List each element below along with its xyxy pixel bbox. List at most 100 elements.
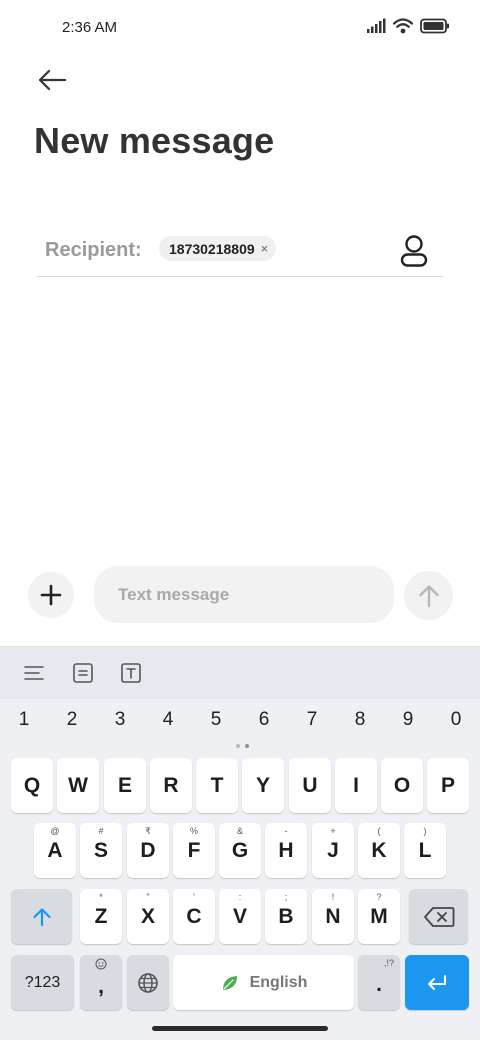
key-4[interactable]: 4 [148,709,188,737]
home-indicator[interactable] [152,1026,328,1031]
symbols-key[interactable]: ?123 [11,955,74,1010]
key-z[interactable]: * Z [80,889,122,944]
status-bar: 2:36 AM [0,0,480,56]
recipient-chip[interactable]: 18730218809 × [159,236,277,261]
language-switch-key[interactable] [127,955,169,1010]
text-message-input[interactable] [94,566,394,623]
comma-label: , [98,974,104,998]
key-w[interactable]: W [57,758,99,813]
key-u[interactable]: U [289,758,331,813]
recipient-chip-text: 18730218809 [169,240,255,257]
key-j[interactable]: + J [312,823,354,878]
key-label: C [186,904,202,928]
emoji-hint [80,958,122,972]
key-label: X [140,904,155,928]
key-label: H [278,838,294,862]
key-hint: & [236,826,243,836]
key-hint: ₹ [145,826,151,836]
key-7[interactable]: 7 [292,709,332,737]
plus-icon [40,584,62,606]
space-key[interactable]: English [173,955,354,1010]
key-hint: ) [423,826,427,836]
shift-arrow-icon [32,907,51,926]
key-label: B [278,904,294,928]
key-d[interactable]: ₹ D [127,823,169,878]
shift-key[interactable] [11,889,72,944]
globe-icon [138,972,158,993]
key-3[interactable]: 3 [100,709,140,737]
key-b[interactable]: ; B [265,889,307,944]
remove-recipient-button[interactable]: × [261,241,269,256]
backspace-icon [423,906,454,927]
key-0[interactable]: 0 [436,709,476,737]
key-label: M [370,904,388,928]
key-a[interactable]: @ A [34,823,76,878]
key-hint: + [330,826,336,836]
key-g[interactable]: & G [219,823,261,878]
contact-picker-button[interactable] [398,234,430,268]
key-label: N [325,904,341,928]
key-o[interactable]: O [381,758,423,813]
key-1[interactable]: 1 [4,709,44,737]
key-n[interactable]: ! N [312,889,354,944]
keyboard-toolbar [0,647,480,699]
key-f[interactable]: % F [173,823,215,878]
back-arrow-icon [38,69,67,91]
key-hint: @ [50,826,60,836]
key-y[interactable]: Y [242,758,284,813]
key-x[interactable]: " X [127,889,169,944]
key-h[interactable]: -H [265,823,307,878]
key-t[interactable]: T [196,758,238,813]
key-label: Z [94,904,108,928]
enter-return-icon [428,974,446,990]
send-button[interactable] [404,571,453,620]
backspace-key[interactable] [409,889,468,944]
key-label: K [371,838,387,862]
key-label: G [231,838,249,862]
key-hint: ( [377,826,381,836]
key-hint: : [238,892,242,902]
key-2[interactable]: 2 [52,709,92,737]
key-s[interactable]: # S [80,823,122,878]
key-label: F [187,838,201,862]
emoji-icon [95,958,107,970]
number-row: 1 2 3 4 5 6 7 8 9 0 [0,709,480,737]
key-m[interactable]: ? M [358,889,400,944]
menu-lines-icon [24,666,44,680]
period-label: . [376,972,382,996]
key-hint: ? [376,892,382,902]
key-e[interactable]: E [104,758,146,813]
send-arrow-up-icon [418,584,439,607]
key-hint: * [99,892,103,902]
signal-bars-icon [367,18,386,33]
key-p[interactable]: P [427,758,469,813]
key-hint: % [189,826,198,836]
keyboard: 1 2 3 4 5 6 7 8 9 0 Q W E R T Y U I O P … [0,646,480,1040]
key-c[interactable]: ' C [173,889,215,944]
leaf-icon [222,975,237,990]
page-dot-active [245,744,249,748]
period-key[interactable]: ,!? . [358,955,400,1010]
key-8[interactable]: 8 [340,709,380,737]
key-6[interactable]: 6 [244,709,284,737]
emoji-comma-key[interactable]: , [80,955,122,1010]
enter-key[interactable] [405,955,469,1010]
key-v[interactable]: :V [219,889,261,944]
key-r[interactable]: R [150,758,192,813]
add-attachment-button[interactable] [28,572,74,618]
back-button[interactable] [34,64,70,96]
toolbar-clipboard-button[interactable] [70,660,96,686]
status-time: 2:36 AM [62,19,118,36]
key-9[interactable]: 9 [388,709,428,737]
key-i[interactable]: I [335,758,377,813]
period-hint: ,!? [383,958,394,968]
toolbar-menu-button[interactable] [21,660,47,686]
key-l[interactable]: ) L [404,823,446,878]
key-5[interactable]: 5 [196,709,236,737]
toolbar-text-format-button[interactable] [118,660,144,686]
recipient-row: Recipient: 18730218809 × [36,226,444,277]
key-k[interactable]: (K [358,823,400,878]
key-q[interactable]: Q [11,758,53,813]
wifi-icon [393,18,413,34]
key-label: L [418,838,432,862]
